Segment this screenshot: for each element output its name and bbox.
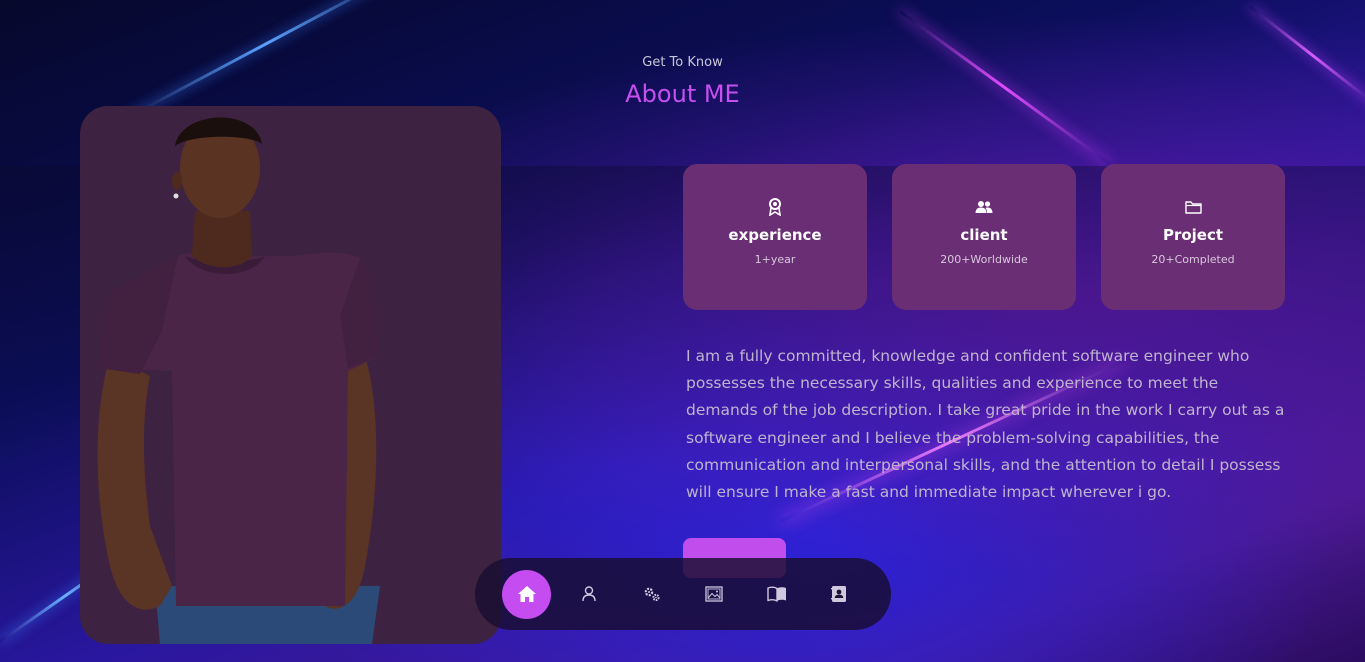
users-icon bbox=[975, 198, 993, 216]
stat-card-experience: experience 1+year bbox=[683, 164, 867, 310]
nav-portfolio[interactable] bbox=[690, 570, 739, 619]
stat-value: 200+Worldwide bbox=[940, 253, 1028, 266]
book-icon bbox=[766, 586, 786, 602]
stat-label: experience bbox=[728, 226, 822, 244]
stat-value: 1+year bbox=[754, 253, 796, 266]
stat-card-project: Project 20+Completed bbox=[1101, 164, 1285, 310]
stat-card-client: client 200+Worldwide bbox=[892, 164, 1076, 310]
profile-photo-card bbox=[80, 106, 501, 644]
stat-label: client bbox=[960, 226, 1008, 244]
contact-icon bbox=[831, 586, 846, 602]
profile-photo bbox=[97, 117, 380, 644]
stat-value: 20+Completed bbox=[1151, 253, 1235, 266]
section-eyebrow: Get To Know bbox=[642, 55, 723, 70]
nav-services[interactable] bbox=[627, 570, 676, 619]
user-icon bbox=[582, 586, 596, 602]
gears-icon bbox=[644, 587, 660, 602]
nav-experience[interactable] bbox=[752, 570, 801, 619]
bottom-nav bbox=[475, 558, 891, 630]
nav-home[interactable] bbox=[502, 569, 551, 619]
section-title: About ME bbox=[625, 80, 740, 108]
about-paragraph: I am a fully committed, knowledge and co… bbox=[686, 347, 1285, 502]
stat-label: Project bbox=[1162, 226, 1224, 244]
folder-icon bbox=[1184, 198, 1202, 216]
nav-contact[interactable] bbox=[815, 570, 864, 619]
award-icon bbox=[766, 198, 784, 216]
nav-about[interactable] bbox=[565, 570, 614, 619]
gallery-icon bbox=[705, 586, 723, 602]
home-icon bbox=[517, 586, 536, 602]
